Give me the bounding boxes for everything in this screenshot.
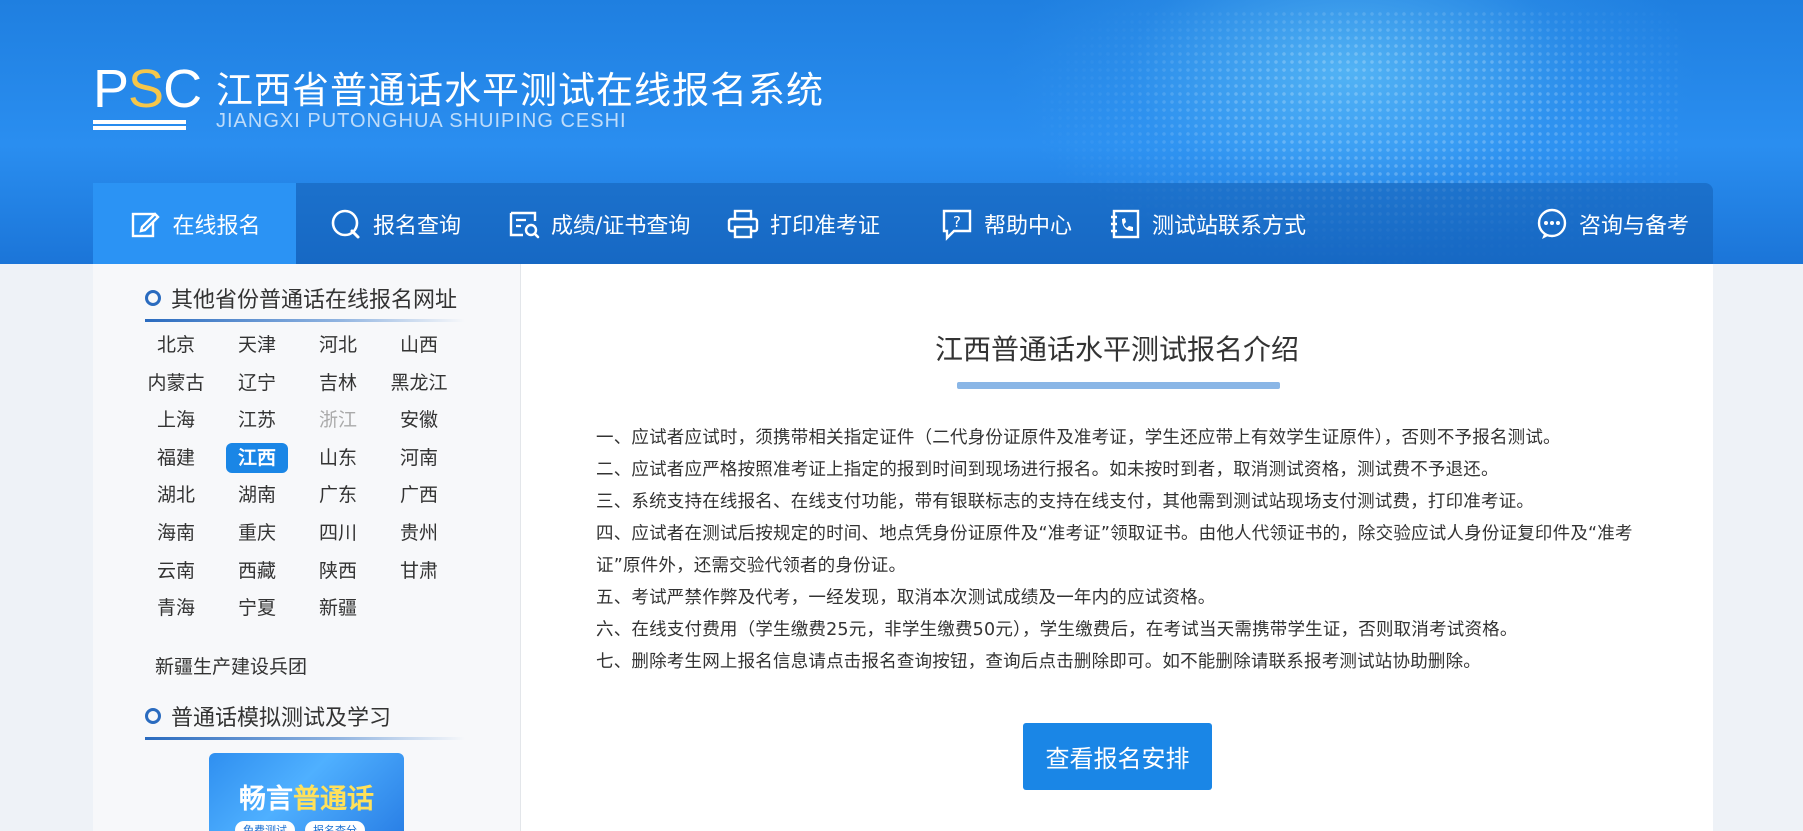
- province-link[interactable]: 云南: [145, 556, 207, 586]
- nav-station-contacts[interactable]: 测试站联系方式: [1108, 183, 1306, 264]
- province-link[interactable]: 上海: [145, 405, 207, 435]
- nav-help-center[interactable]: ? 帮助中心: [940, 183, 1072, 264]
- province-link[interactable]: 湖北: [145, 480, 207, 510]
- promo-chip: 报名查分: [305, 821, 365, 831]
- province-link[interactable]: 贵州: [388, 518, 450, 548]
- nav-label: 测试站联系方式: [1152, 213, 1307, 239]
- province-link[interactable]: 内蒙古: [145, 368, 207, 398]
- province-link[interactable]: 重庆: [226, 518, 288, 548]
- nav-consult-prepare[interactable]: 咨询与备考: [1535, 183, 1689, 264]
- site-subtitle: JIANGXI PUTONGHUA SHUIPING CESHI: [216, 110, 627, 132]
- nav-score-certificate-query[interactable]: 成绩/证书查询: [507, 183, 690, 264]
- certificate-search-icon: [509, 211, 540, 238]
- registration-rules: 一、应试者应试时，须携带相关指定证件（二代身份证原件及准考证，学生还应带上有效学…: [596, 422, 1656, 678]
- nav-registration-query[interactable]: 报名查询: [329, 183, 461, 264]
- promo-title: 畅言普通话: [239, 784, 374, 815]
- nav-label: 咨询与备考: [1579, 213, 1690, 239]
- rule-item: 六、在线支付费用（学生缴费25元，非学生缴费50元），学生缴费后，在考试当天需携…: [596, 620, 1518, 640]
- province-link[interactable]: 江苏: [226, 405, 288, 435]
- rule-item: 二、应试者应严格按照准考证上指定的报到时间到现场进行报名。如未按时到者，取消测试…: [596, 460, 1499, 480]
- nav-label: 打印准考证: [770, 213, 881, 239]
- nav-print-admission[interactable]: 打印准考证: [726, 183, 880, 264]
- province-link[interactable]: 江西: [226, 442, 288, 473]
- page-title: 江西普通话水平测试报名介绍: [934, 333, 1299, 366]
- circle-bullet-icon: [145, 708, 161, 724]
- site-title: 江西省普通话水平测试在线报名系统: [216, 69, 824, 112]
- promo-chips: 免费测试 报名查分: [235, 821, 365, 831]
- nav-online-registration[interactable]: 在线报名: [93, 183, 296, 264]
- province-link[interactable]: 吉林: [307, 368, 369, 398]
- province-link[interactable]: 天津: [226, 330, 288, 360]
- province-link[interactable]: 河北: [307, 330, 369, 360]
- phone-book-icon: [1111, 209, 1140, 238]
- rule-item: 三、系统支持在线报名、在线支付功能，带有银联标志的支持在线支付，其他需到测试站现…: [596, 492, 1535, 512]
- nav-label: 成绩/证书查询: [551, 213, 691, 239]
- province-link[interactable]: 新疆: [307, 593, 369, 623]
- province-link[interactable]: 黑龙江: [388, 368, 450, 398]
- provinces-heading: 其他省份普通话在线报名网址: [145, 282, 457, 314]
- practice-heading: 普通话模拟测试及学习: [145, 700, 391, 732]
- province-link[interactable]: 山东: [307, 443, 369, 473]
- promo-chip: 免费测试: [235, 821, 295, 831]
- logo-bar: [93, 126, 186, 130]
- province-link[interactable]: 青海: [145, 593, 207, 623]
- rule-item: 四、应试者在测试后按规定的时间、地点凭身份证原件及“准考证”领取证书。由他人代领…: [596, 524, 1633, 576]
- title-underline: [957, 382, 1280, 389]
- province-link[interactable]: 浙江: [307, 405, 369, 435]
- province-link[interactable]: 北京: [145, 330, 207, 360]
- province-link[interactable]: 湖南: [226, 480, 288, 510]
- province-link[interactable]: 辽宁: [226, 368, 288, 398]
- heading-underline: [145, 319, 465, 322]
- heading-underline: [145, 737, 465, 740]
- province-link[interactable]: 河南: [388, 443, 450, 473]
- province-link[interactable]: 福建: [145, 443, 207, 473]
- chat-icon: [1537, 208, 1567, 239]
- logo-text: PSC: [93, 59, 202, 119]
- province-link[interactable]: 西藏: [226, 556, 288, 586]
- circle-bullet-icon: [145, 290, 161, 306]
- changyan-promo-banner[interactable]: 畅言普通话 免费测试 报名查分: [209, 753, 404, 831]
- logo-bar: [93, 120, 186, 124]
- province-link-bingtuan[interactable]: 新疆生产建设兵团: [155, 652, 307, 679]
- province-link[interactable]: 广东: [307, 480, 369, 510]
- province-link[interactable]: 甘肃: [388, 556, 450, 586]
- search-icon: [331, 209, 360, 238]
- nav-label: 在线报名: [172, 213, 261, 239]
- site-header: PSC 江西省普通话水平测试在线报名系统 JIANGXI PUTONGHUA S…: [0, 0, 1803, 264]
- province-link[interactable]: 山西: [388, 330, 450, 360]
- rule-item: 七、删除考生网上报名信息请点击报名查询按钮，查询后点击删除即可。如不能删除请联系…: [596, 652, 1481, 672]
- help-icon: ?: [942, 209, 972, 241]
- province-link[interactable]: 陕西: [307, 556, 369, 586]
- svg-text:?: ?: [953, 213, 961, 231]
- view-schedule-button[interactable]: 查看报名安排: [1023, 723, 1212, 790]
- psc-logo[interactable]: PSC: [93, 59, 202, 130]
- province-link[interactable]: 宁夏: [226, 593, 288, 623]
- rule-item: 一、应试者应试时，须携带相关指定证件（二代身份证原件及准考证，学生还应带上有效学…: [596, 428, 1561, 448]
- province-link[interactable]: 海南: [145, 518, 207, 548]
- province-link[interactable]: 四川: [307, 518, 369, 548]
- edit-icon: [132, 211, 161, 237]
- main-content: 江西普通话水平测试报名介绍 一、应试者应试时，须携带相关指定证件（二代身份证原件…: [521, 264, 1713, 831]
- printer-icon: [727, 209, 759, 238]
- main-nav: 在线报名 报名查询 成绩/证书查询 打印准考证 ? 帮助中心 测试站联系方式 咨…: [93, 183, 1713, 264]
- sidebar: 其他省份普通话在线报名网址 北京 天津 河北 山西内蒙古 辽宁 吉林 黑龙江上海 江苏 浙江 安徽…: [93, 264, 521, 831]
- nav-label: 帮助中心: [984, 213, 1073, 239]
- province-link[interactable]: 广西: [388, 480, 450, 510]
- rule-item: 五、考试严禁作弊及代考，一经发现，取消本次测试成绩及一年内的应试资格。: [596, 588, 1216, 608]
- nav-label: 报名查询: [373, 213, 462, 239]
- province-link[interactable]: 安徽: [388, 405, 450, 435]
